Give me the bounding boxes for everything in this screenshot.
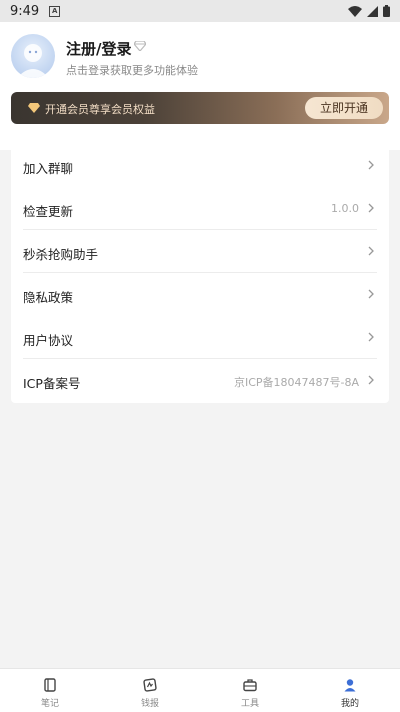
wifi-icon bbox=[348, 5, 362, 17]
menu-item-label: 用户协议 bbox=[23, 333, 74, 348]
menu-item-icp-record[interactable]: ICP备案号 京ICP备18047487号-8A bbox=[11, 359, 389, 402]
menu-item-label: ICP备案号 bbox=[23, 376, 81, 391]
chevron-right-icon bbox=[368, 246, 374, 256]
tab-notes[interactable]: 笔记 bbox=[0, 669, 100, 712]
login-subtitle: 点击登录获取更多功能体验 bbox=[66, 64, 198, 77]
chevron-right-icon bbox=[368, 203, 374, 213]
app-version: 1.0.0 bbox=[331, 202, 359, 215]
notification-a-icon: A bbox=[49, 5, 61, 17]
tab-label: 我的 bbox=[340, 699, 359, 709]
profile-header: 注册/登录 点击登录获取更多功能体验 开通会员尊享会员权益 立即开通 bbox=[0, 22, 400, 150]
tab-money-report[interactable]: 钱报 bbox=[100, 669, 200, 712]
status-time: 9:49 bbox=[10, 3, 40, 19]
menu-item-user-agreement[interactable]: 用户协议 bbox=[11, 316, 389, 359]
toolbox-icon bbox=[243, 679, 257, 692]
tab-tools[interactable]: 工具 bbox=[200, 669, 300, 712]
tab-label: 笔记 bbox=[40, 699, 59, 709]
menu-item-label: 秒杀抢购助手 bbox=[23, 247, 99, 262]
tab-label: 钱报 bbox=[140, 699, 159, 709]
bottom-tab-bar: 笔记 钱报 工具 我的 bbox=[0, 668, 400, 712]
default-avatar-icon bbox=[17, 44, 49, 78]
avatar[interactable] bbox=[11, 34, 55, 78]
menu-item-label: 隐私政策 bbox=[23, 290, 74, 305]
login-title[interactable]: 注册/登录 bbox=[66, 38, 131, 59]
icp-number: 京ICP备18047487号-8A bbox=[233, 376, 359, 389]
report-icon bbox=[143, 678, 157, 692]
chevron-right-icon bbox=[368, 375, 374, 385]
menu-item-join-group[interactable]: 加入群聊 bbox=[11, 144, 389, 187]
vip-banner-text: 开通会员尊享会员权益 bbox=[45, 103, 155, 116]
chevron-right-icon bbox=[368, 289, 374, 299]
menu-item-label: 检查更新 bbox=[23, 204, 74, 219]
menu-item-label: 加入群聊 bbox=[23, 161, 74, 176]
open-vip-button[interactable]: 立即开通 bbox=[305, 97, 383, 119]
status-bar: 9:49 A bbox=[0, 0, 400, 22]
notebook-icon bbox=[44, 678, 56, 692]
tab-mine[interactable]: 我的 bbox=[300, 669, 400, 712]
signal-icon bbox=[367, 5, 378, 17]
menu-item-check-update[interactable]: 检查更新 1.0.0 bbox=[11, 187, 389, 230]
battery-icon bbox=[383, 5, 390, 17]
chevron-right-icon bbox=[368, 332, 374, 342]
tab-label: 工具 bbox=[240, 699, 259, 709]
diamond-icon bbox=[134, 41, 146, 51]
settings-menu: 加入群聊 检查更新 1.0.0 秒杀抢购助手 隐私政策 用户协议 ICP备案号 … bbox=[11, 144, 389, 403]
menu-item-flash-sale-helper[interactable]: 秒杀抢购助手 bbox=[11, 230, 389, 273]
menu-item-privacy-policy[interactable]: 隐私政策 bbox=[11, 273, 389, 316]
vip-banner[interactable]: 开通会员尊享会员权益 立即开通 bbox=[11, 92, 389, 124]
status-icons bbox=[348, 5, 390, 17]
person-icon bbox=[344, 679, 356, 692]
chevron-right-icon bbox=[368, 160, 374, 170]
vip-diamond-icon bbox=[28, 103, 40, 113]
